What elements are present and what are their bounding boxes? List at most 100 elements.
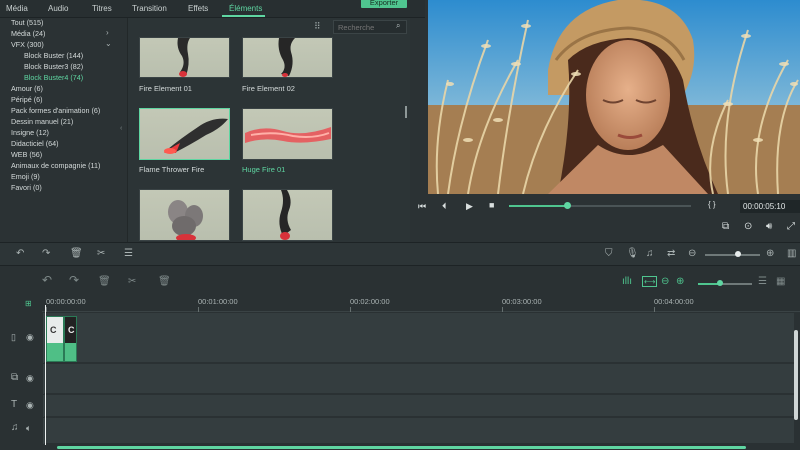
- video-track-icon: ▯: [11, 332, 16, 342]
- text-track-header: [0, 395, 44, 417]
- list-view-icon[interactable]: ☰: [758, 276, 767, 287]
- playhead[interactable]: [45, 305, 46, 445]
- fullscreen-icon[interactable]: ⤢: [787, 221, 795, 232]
- redo-icon[interactable]: ↷: [69, 273, 79, 287]
- category-item[interactable]: WEB (56): [11, 150, 42, 159]
- eye-icon[interactable]: ◉: [26, 373, 34, 384]
- adjust-icon[interactable]: ☰: [124, 248, 133, 259]
- element-thumbnail[interactable]: [139, 37, 230, 78]
- zoom-in-icon[interactable]: ⊕: [676, 276, 684, 287]
- undo-icon[interactable]: ↶: [16, 248, 24, 259]
- tab-effects[interactable]: Effets: [188, 4, 208, 13]
- category-item[interactable]: Dessin manuel (21): [11, 117, 73, 126]
- ruler-tick: [198, 307, 199, 312]
- timeline-clip[interactable]: C: [46, 316, 64, 362]
- timeline-horizontal-scrollbar[interactable]: [57, 446, 746, 449]
- display-settings-icon[interactable]: ⧉: [722, 221, 729, 232]
- subcategory-item-active[interactable]: Block Buster4 (74): [24, 73, 83, 82]
- element-thumbnail[interactable]: [242, 37, 333, 78]
- marker-icon[interactable]: ⛉: [605, 248, 613, 259]
- category-item[interactable]: Favori (0): [11, 183, 42, 192]
- category-item[interactable]: Péripé (6): [11, 95, 43, 104]
- zoom-in-icon[interactable]: ⊕: [766, 248, 774, 259]
- tab-audio[interactable]: Audio: [48, 4, 68, 13]
- zoom-out-icon[interactable]: ⊖: [688, 248, 696, 259]
- grid-scrollbar[interactable]: [405, 106, 407, 118]
- timeline-vertical-scrollbar[interactable]: [794, 330, 798, 420]
- ruler-tick: [654, 307, 655, 312]
- delete-icon[interactable]: 🗑︎: [98, 276, 111, 287]
- active-tab-indicator: [222, 15, 265, 17]
- element-thumbnail[interactable]: [242, 189, 333, 241]
- cut-icon[interactable]: ✂: [128, 276, 136, 287]
- eye-icon[interactable]: ◉: [26, 400, 34, 411]
- grid-view-icon[interactable]: ▦: [776, 276, 785, 287]
- overlay-track-header: [0, 364, 44, 394]
- step-back-icon[interactable]: ⏮: [418, 201, 426, 212]
- volume-icon[interactable]: 🔊︎: [766, 221, 772, 232]
- element-thumbnail[interactable]: [242, 108, 333, 160]
- cut-icon[interactable]: ✂: [97, 248, 105, 259]
- audio-track[interactable]: [44, 418, 794, 444]
- eye-icon[interactable]: ◉: [26, 332, 34, 343]
- ruler-tick: [46, 307, 47, 312]
- tab-titles[interactable]: Titres: [92, 4, 112, 13]
- chevron-right-icon[interactable]: ›: [106, 28, 109, 37]
- ruler-label: 00:04:00:00: [654, 297, 694, 306]
- add-track-icon[interactable]: ⊞: [25, 299, 32, 308]
- category-item[interactable]: Emoji (9): [11, 172, 40, 181]
- edit-toolbar: [0, 242, 800, 266]
- category-item[interactable]: Insigne (12): [11, 128, 49, 137]
- timeline-zoom-knob[interactable]: [735, 251, 741, 257]
- playback-scrubber[interactable]: [564, 202, 571, 209]
- tab-media[interactable]: Média: [6, 4, 28, 13]
- redo-icon[interactable]: ↷: [42, 248, 50, 259]
- zoom-out-icon[interactable]: ⊖: [661, 276, 669, 287]
- audio-track-icon: ♫: [11, 422, 19, 433]
- undo-icon[interactable]: ↶: [42, 273, 52, 287]
- track-zoom-knob[interactable]: [717, 280, 723, 286]
- category-item[interactable]: Média (24): [11, 29, 45, 38]
- collapse-panel-handle[interactable]: ‹: [120, 125, 122, 132]
- frame-back-icon[interactable]: ⏴: [442, 201, 447, 212]
- mark-in-out-icon[interactable]: { }: [708, 200, 716, 209]
- subcategory-item[interactable]: Block Buster3 (82): [24, 62, 83, 71]
- text-track-icon: T: [11, 399, 18, 410]
- search-icon[interactable]: ⌕: [396, 21, 400, 31]
- category-item[interactable]: Tout (515): [11, 18, 43, 27]
- ruler-tick: [350, 307, 351, 312]
- stop-icon[interactable]: ■: [489, 200, 494, 210]
- element-thumbnail[interactable]: [139, 189, 230, 241]
- audio-waveform-icon[interactable]: ıllı: [622, 276, 632, 287]
- tab-transition[interactable]: Transition: [132, 4, 167, 13]
- overlay-track[interactable]: [44, 364, 794, 394]
- category-item[interactable]: Animaux de compagnie (11): [11, 161, 100, 170]
- grid-view-icon[interactable]: ⠿: [314, 21, 321, 32]
- element-thumbnail-selected[interactable]: [139, 108, 230, 160]
- speaker-icon[interactable]: 🔈︎: [26, 423, 31, 434]
- ruler-tick: [502, 307, 503, 312]
- play-icon[interactable]: ▶: [466, 201, 473, 212]
- category-item[interactable]: Amour (6): [11, 84, 43, 93]
- timeline-clip[interactable]: C: [64, 316, 77, 362]
- chevron-down-icon[interactable]: ⌄: [105, 39, 112, 48]
- delete-icon[interactable]: 🗑︎: [158, 276, 171, 287]
- tab-elements[interactable]: Éléments: [229, 4, 262, 13]
- detach-audio-icon[interactable]: ⇄: [667, 248, 675, 259]
- ruler-label: 00:03:00:00: [502, 297, 542, 306]
- audio-mixer-icon[interactable]: ♫: [646, 248, 654, 259]
- timeline-zoom-slider[interactable]: [705, 254, 760, 256]
- subcategory-item[interactable]: Block Buster (144): [24, 51, 83, 60]
- camera-snapshot-icon[interactable]: ⊙: [744, 221, 752, 232]
- video-track[interactable]: [44, 313, 794, 363]
- snap-icon[interactable]: ⟷: [642, 276, 658, 287]
- category-item[interactable]: Didacticiel (64): [11, 139, 59, 148]
- export-button[interactable]: Exporter: [361, 0, 407, 8]
- element-label: Fire Element 01: [139, 84, 192, 93]
- delete-icon[interactable]: 🗑︎: [70, 248, 83, 259]
- panel-toggle-icon[interactable]: ▥: [787, 248, 796, 259]
- text-track[interactable]: [44, 395, 794, 417]
- category-item[interactable]: Pack formes d'animation (6): [11, 106, 100, 115]
- microphone-icon[interactable]: 🎙︎: [626, 248, 639, 259]
- category-item[interactable]: VFX (300): [11, 40, 44, 49]
